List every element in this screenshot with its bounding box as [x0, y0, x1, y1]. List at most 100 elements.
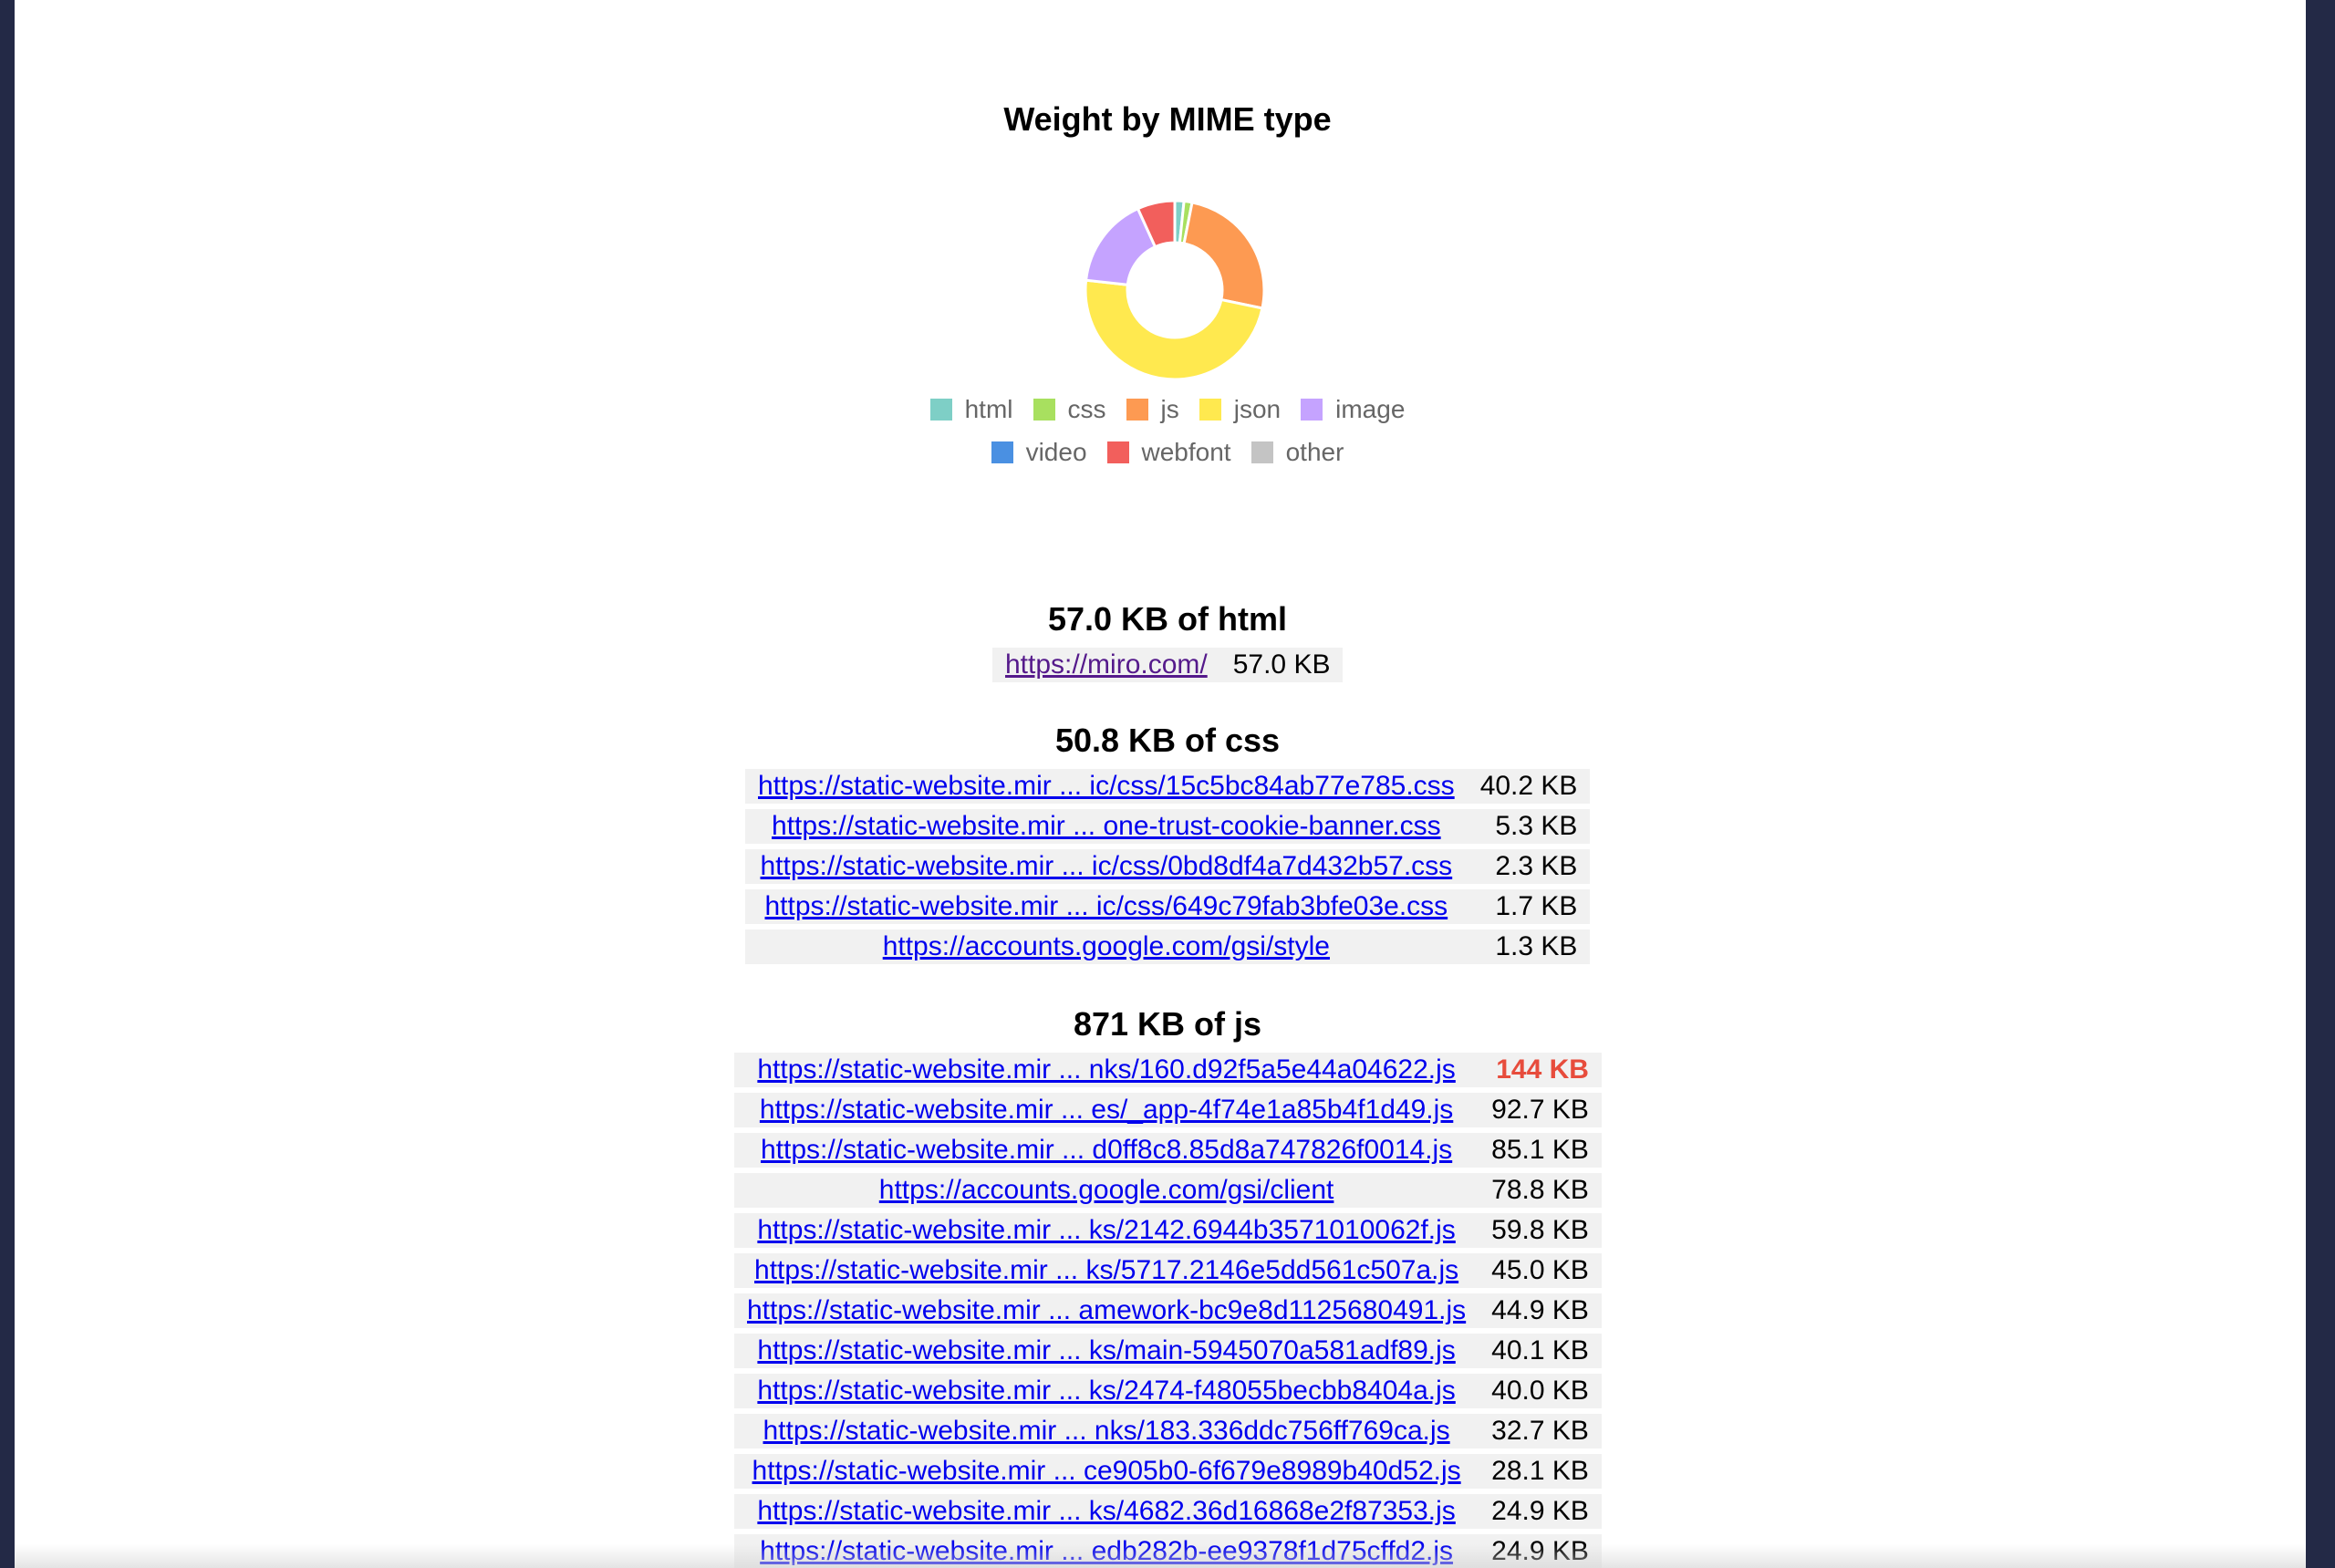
resource-size: 85.1 KB: [1479, 1133, 1602, 1168]
resource-link[interactable]: https://static-website.mir ... ic/css/64…: [765, 891, 1448, 921]
legend-swatch: [1251, 441, 1273, 463]
resource-size: 40.1 KB: [1479, 1334, 1602, 1368]
table-row: https://static-website.mir ... ic/css/15…: [745, 769, 1591, 804]
legend-label: other: [1285, 438, 1344, 466]
table-row: https://static-website.mir ... d0ff8c8.8…: [734, 1133, 1602, 1168]
legend-swatch: [929, 399, 952, 421]
legend-item-json[interactable]: json: [1199, 395, 1281, 424]
table-row: https://static-website.mir ... ks/2142.6…: [734, 1213, 1602, 1248]
resource-link[interactable]: https://static-website.mir ... ks/main-5…: [757, 1335, 1455, 1366]
table-row: https://static-website.mir ... ks/4682.3…: [734, 1494, 1602, 1529]
report-page: Weight by MIME type html css js json image v…: [15, 0, 2306, 1568]
resource-link[interactable]: https://static-website.mir ... es/_app-4…: [760, 1095, 1453, 1125]
resource-link[interactable]: https://static-website.mir ... ic/css/15…: [758, 771, 1455, 801]
table-row: https://accounts.google.com/gsi/client 78…: [734, 1173, 1602, 1208]
resource-url-cell: https://static-website.mir ... ic/css/0b…: [745, 849, 1468, 884]
resource-size: 5.3 KB: [1467, 809, 1591, 844]
resource-link[interactable]: https://static-website.mir ... nks/160.d…: [757, 1054, 1455, 1085]
legend-label: css: [1067, 395, 1106, 423]
resource-link[interactable]: https://accounts.google.com/gsi/style: [883, 931, 1330, 961]
resource-size: 57.0 KB: [1219, 648, 1344, 682]
resource-link[interactable]: https://miro.com/: [1005, 649, 1208, 680]
legend-swatch: [1126, 399, 1148, 421]
legend-label: video: [1025, 438, 1087, 466]
resource-link[interactable]: https://static-website.mir ... ks/4682.3…: [757, 1496, 1455, 1526]
resource-size: 32.7 KB: [1479, 1414, 1602, 1449]
legend-label: webfont: [1141, 438, 1231, 466]
resource-url-cell: https://static-website.mir ... ce905b0-6…: [734, 1454, 1479, 1489]
resource-url-cell: https://static-website.mir ... amework-b…: [734, 1293, 1479, 1328]
resource-url-cell: https://static-website.mir ... nks/183.3…: [734, 1414, 1479, 1449]
resource-link[interactable]: https://static-website.mir ... nks/183.3…: [763, 1416, 1449, 1446]
resource-link[interactable]: https://static-website.mir ... d0ff8c8.8…: [761, 1135, 1452, 1165]
resource-link[interactable]: https://static-website.mir ... ks/2142.6…: [757, 1215, 1455, 1245]
resource-url-cell: https://static-website.mir ... ks/5717.2…: [734, 1253, 1479, 1288]
resource-link[interactable]: https://static-website.mir ... ks/2474-f…: [757, 1376, 1455, 1406]
resource-url-cell: https://accounts.google.com/gsi/client: [734, 1173, 1479, 1208]
resource-size: 24.9 KB: [1479, 1494, 1602, 1529]
legend-swatch: [1301, 399, 1323, 421]
resource-size: 78.8 KB: [1479, 1173, 1602, 1208]
resource-url-cell: https://static-website.mir ... es/_app-4…: [734, 1093, 1479, 1127]
legend-swatch: [991, 441, 1013, 463]
resource-url-cell: https://static-website.mir ... ic/css/15…: [745, 769, 1468, 804]
table-row: https://static-website.mir ... amework-b…: [734, 1293, 1602, 1328]
section-title-js: 871 KB of js: [1073, 1005, 1262, 1043]
legend-item-video[interactable]: video: [991, 438, 1087, 467]
resource-size: 144 KB: [1479, 1053, 1602, 1087]
js-resource-table: https://static-website.mir ... nks/160.d…: [734, 1047, 1602, 1568]
resource-link[interactable]: https://accounts.google.com/gsi/client: [879, 1175, 1334, 1205]
legend-label: js: [1160, 395, 1179, 423]
pie-slice-js[interactable]: [1182, 201, 1266, 310]
resource-url-cell: https://static-website.mir ... one-trust…: [745, 809, 1468, 844]
resource-size: 1.3 KB: [1467, 929, 1591, 964]
resource-size: 59.8 KB: [1479, 1213, 1602, 1248]
css-resource-table: https://static-website.mir ... ic/css/15…: [745, 763, 1591, 970]
legend-swatch: [1033, 399, 1055, 421]
legend-label: json: [1233, 395, 1282, 423]
resource-size: 40.2 KB: [1467, 769, 1591, 804]
legend-swatch: [1106, 441, 1129, 463]
resource-size: 1.7 KB: [1467, 889, 1591, 924]
chart-title: Weight by MIME type: [1003, 100, 1332, 138]
table-row: https://static-website.mir ... ic/css/0b…: [745, 849, 1591, 884]
legend-label: image: [1335, 395, 1406, 423]
resource-size: 2.3 KB: [1467, 849, 1591, 884]
resource-url-cell: https://static-website.mir ... ks/2142.6…: [734, 1213, 1479, 1248]
legend-item-image[interactable]: image: [1301, 395, 1405, 424]
bottom-shade: [15, 1544, 2306, 1568]
resource-url-cell: https://static-website.mir ... nks/160.d…: [734, 1053, 1479, 1087]
legend-item-css[interactable]: css: [1033, 395, 1106, 424]
resource-link[interactable]: https://static-website.mir ... amework-b…: [747, 1295, 1466, 1325]
html-resource-table: https://miro.com/ 57.0 KB: [992, 642, 1344, 688]
resource-url-cell: https://static-website.mir ... ks/main-5…: [734, 1334, 1479, 1368]
resource-url-cell: https://static-website.mir ... ks/2474-f…: [734, 1374, 1479, 1408]
resource-size: 44.9 KB: [1479, 1293, 1602, 1328]
table-row: https://static-website.mir ... ks/2474-f…: [734, 1374, 1602, 1408]
chart-legend-row-1: html css js json image: [15, 395, 2306, 424]
resource-size: 40.0 KB: [1479, 1374, 1602, 1408]
resource-url-cell: https://static-website.mir ... ic/css/64…: [745, 889, 1468, 924]
resource-url-cell: https://static-website.mir ... ks/4682.3…: [734, 1494, 1479, 1529]
resource-link[interactable]: https://static-website.mir ... ic/css/0b…: [760, 851, 1452, 881]
table-row: https://static-website.mir ... ce905b0-6…: [734, 1454, 1602, 1489]
table-row: https://static-website.mir ... one-trust…: [745, 809, 1591, 844]
legend-item-webfont[interactable]: webfont: [1106, 438, 1231, 467]
legend-item-html[interactable]: html: [929, 395, 1013, 424]
resource-link[interactable]: https://static-website.mir ... ks/5717.2…: [754, 1255, 1458, 1285]
resource-url-cell: https://accounts.google.com/gsi/style: [745, 929, 1468, 964]
table-row: https://miro.com/ 57.0 KB: [992, 648, 1344, 682]
table-row: https://static-website.mir ... ks/5717.2…: [734, 1253, 1602, 1288]
resource-url-cell: https://miro.com/: [992, 648, 1220, 682]
resource-size: 28.1 KB: [1479, 1454, 1602, 1489]
legend-item-js[interactable]: js: [1126, 395, 1179, 424]
table-row: https://static-website.mir ... ks/main-5…: [734, 1334, 1602, 1368]
mime-donut-chart: [1076, 192, 1273, 389]
legend-label: html: [964, 395, 1013, 423]
resource-link[interactable]: https://static-website.mir ... ce905b0-6…: [752, 1456, 1461, 1486]
donut-svg: [1084, 199, 1266, 381]
table-row: https://static-website.mir ... ic/css/64…: [745, 889, 1591, 924]
resource-link[interactable]: https://static-website.mir ... one-trust…: [772, 811, 1441, 841]
legend-item-other[interactable]: other: [1251, 438, 1344, 467]
resource-url-cell: https://static-website.mir ... d0ff8c8.8…: [734, 1133, 1479, 1168]
